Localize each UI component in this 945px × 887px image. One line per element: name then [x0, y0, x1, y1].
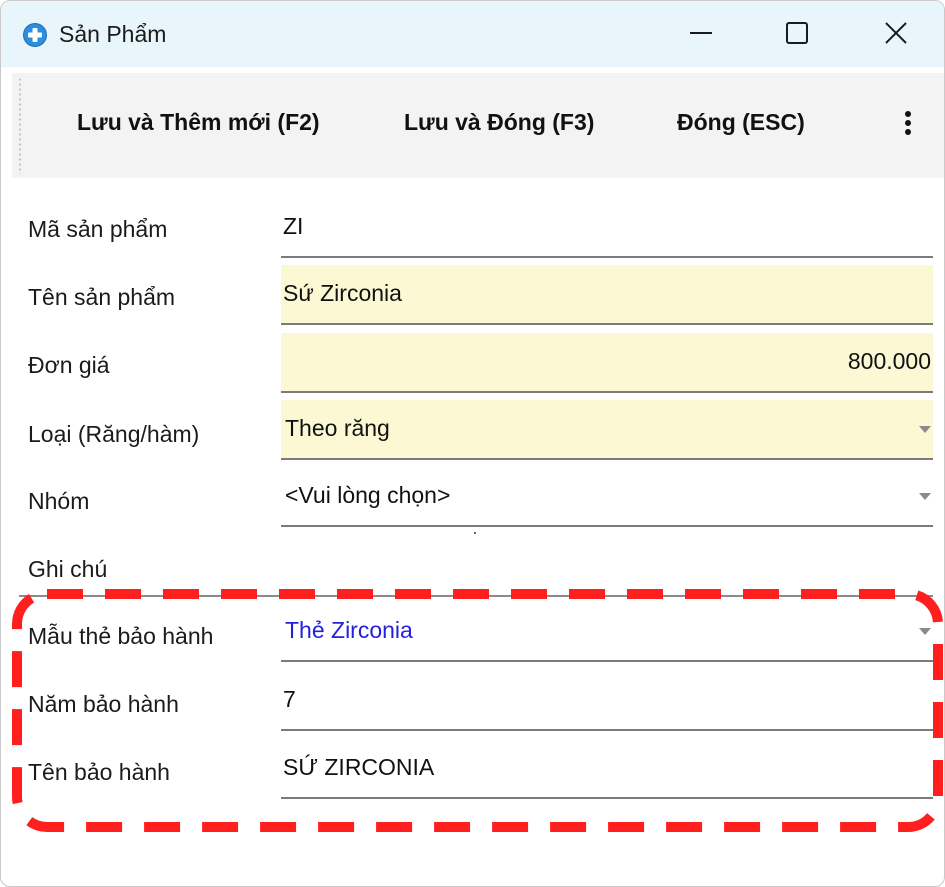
- save-and-close-button[interactable]: Lưu và Đóng (F3): [404, 109, 594, 136]
- product-window: Sản Phẩm Lưu và Thêm mới (F2) Lưu và Đón…: [0, 0, 945, 887]
- type-value: Theo răng: [285, 415, 390, 441]
- chevron-down-icon: [919, 493, 931, 500]
- minimize-button[interactable]: [676, 15, 726, 55]
- product-code-label: Mã sản phẩm: [28, 216, 168, 242]
- warranty-years-field[interactable]: 7: [281, 671, 933, 731]
- type-label: Loại (Răng/hàm): [28, 421, 200, 447]
- product-code-field[interactable]: ZI: [281, 198, 933, 258]
- unit-price-value: 800.000: [847, 348, 931, 374]
- group-value: <Vui lòng chọn>: [285, 482, 451, 508]
- chevron-down-icon: [919, 628, 931, 635]
- note-label: Ghi chú: [28, 556, 108, 582]
- type-dropdown[interactable]: Theo răng: [281, 400, 933, 460]
- warranty-name-value: SỨ ZIRCONIA: [283, 754, 435, 780]
- plus-circle-icon: [23, 23, 47, 47]
- product-name-field[interactable]: Sứ Zirconia: [281, 265, 933, 325]
- close-window-button[interactable]: [871, 15, 921, 55]
- product-name-label: Tên sản phẩm: [28, 284, 176, 310]
- unit-price-field[interactable]: 800.000: [281, 333, 933, 393]
- warranty-years-label: Năm bảo hành: [28, 691, 179, 717]
- minimize-icon: [689, 21, 713, 50]
- warranty-name-field[interactable]: SỨ ZIRCONIA: [281, 739, 933, 799]
- product-code-value: ZI: [283, 213, 304, 239]
- warranty-template-value: Thẻ Zirconia: [285, 617, 413, 643]
- close-icon: [884, 21, 908, 50]
- save-and-new-button[interactable]: Lưu và Thêm mới (F2): [77, 109, 320, 136]
- warranty-name-label: Tên bảo hành: [28, 759, 170, 785]
- chevron-down-icon: [919, 426, 931, 433]
- maximize-icon: [785, 21, 809, 50]
- maximize-button[interactable]: [772, 15, 822, 55]
- group-label: Nhóm: [28, 488, 90, 514]
- warranty-template-label: Mẫu thẻ bảo hành: [28, 623, 214, 649]
- unit-price-label: Đơn giá: [28, 352, 110, 378]
- warranty-template-dropdown[interactable]: Thẻ Zirconia: [281, 602, 933, 662]
- toolbar-grip[interactable]: [18, 77, 22, 174]
- more-vertical-icon[interactable]: [896, 103, 920, 143]
- note-field[interactable]: [19, 595, 933, 597]
- close-button[interactable]: Đóng (ESC): [677, 109, 805, 136]
- window-title: Sản Phẩm: [59, 21, 167, 47]
- product-name-value: Sứ Zirconia: [283, 280, 402, 306]
- warranty-years-value: 7: [283, 686, 296, 712]
- title-bar: Sản Phẩm: [1, 1, 944, 67]
- group-dropdown[interactable]: <Vui lòng chọn>: [281, 467, 933, 527]
- toolbar: Lưu và Thêm mới (F2) Lưu và Đóng (F3) Đó…: [12, 73, 944, 178]
- stray-dot: [474, 532, 476, 534]
